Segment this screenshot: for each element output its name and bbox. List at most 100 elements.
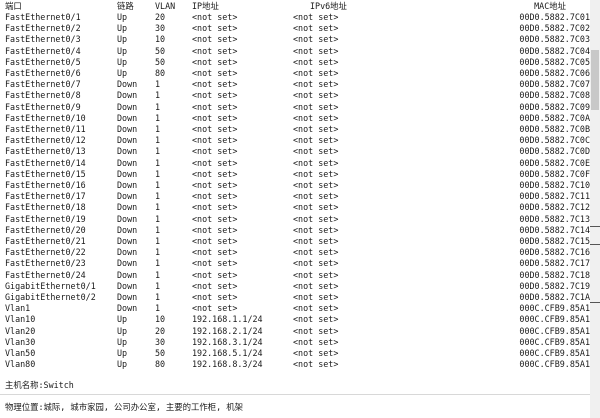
cell-mac: 00D0.5882.7C07 [519, 79, 590, 90]
table-row: FastEthernet0/19 Down 1 <not set> <not set> 0… [0, 214, 590, 225]
table-row: FastEthernet0/7 Down 1 <not set> <not set> 00… [0, 79, 590, 90]
cell-ip: <not set> [192, 124, 238, 134]
cell-mac: 00D0.5882.7C0A [519, 112, 590, 123]
table-row: FastEthernet0/1 Up 20 <not set> <not set> 00D… [0, 12, 590, 23]
cell-mac: 000C.CFB9.85A1 [519, 314, 590, 325]
cell-vlan: 50 [155, 45, 166, 56]
cell-ip: <not set> [192, 258, 238, 269]
cell-vlan: 1 [155, 303, 161, 314]
cell-ipv6: <not set> [293, 224, 339, 235]
cell-ipv6: <not set> [293, 280, 339, 291]
cell-port: FastEthernet0/3 [5, 34, 81, 45]
cell-port: Vlan30 [5, 336, 36, 347]
cell-vlan: 80 [155, 359, 166, 370]
cell-link: Down [117, 280, 138, 291]
cell-link: Up [117, 348, 128, 358]
cell-ip: 192.168.8.3/24 [192, 359, 263, 370]
table-row: Vlan20 Up 20 192.168.2.1/24 <not set> 000C.CF… [0, 326, 590, 337]
table-row: FastEthernet0/21 Down 1 <not set> <not set> 0… [0, 236, 590, 247]
cell-link: Down [117, 247, 138, 258]
cell-link: Up [117, 314, 128, 325]
cell-vlan: 1 [155, 79, 161, 90]
cell-ip: <not set> [192, 303, 238, 314]
cell-vlan: 1 [155, 191, 161, 202]
cell-link: Down [117, 90, 138, 101]
cell-vlan: 1 [155, 90, 161, 101]
cell-ip: <not set> [192, 146, 238, 157]
scrollbar-thumb[interactable] [591, 50, 599, 110]
cell-link: Down [117, 224, 138, 235]
cell-ipv6: <not set> [293, 180, 339, 190]
cell-link: Down [117, 236, 138, 246]
cell-mac: 00D0.5882.7C0D [519, 146, 590, 157]
cell-mac: 00D0.5882.7C13 [519, 213, 590, 224]
vertical-scrollbar[interactable] [590, 0, 600, 418]
cell-port: FastEthernet0/16 [5, 180, 86, 190]
scrollbar-mark [590, 226, 600, 227]
cell-mac: 00D0.5882.7C01 [519, 12, 590, 22]
cell-ipv6: <not set> [293, 135, 339, 146]
table-row: GigabitEthernet0/2 Down 1 <not set> <not set… [0, 292, 590, 303]
cell-vlan: 1 [155, 236, 161, 246]
header-mac: MAC地址 [534, 1, 566, 11]
cell-ip: <not set> [192, 68, 238, 78]
table-row: FastEthernet0/20 Down 1 <not set> <not set> 0… [0, 225, 590, 236]
cell-mac: 00D0.5882.7C1A [519, 292, 590, 302]
cell-vlan: 1 [155, 280, 161, 291]
table-row: GigabitEthernet0/1 Down 1 <not set> <not set… [0, 281, 590, 292]
cell-vlan: 1 [155, 213, 161, 224]
cell-mac: 00D0.5882.7C0B [519, 124, 590, 134]
table-row: Vlan1 Down 1 <not set> <not set> 000C.CFB9.85… [0, 303, 590, 314]
cell-link: Up [117, 336, 128, 347]
cell-port: FastEthernet0/18 [5, 202, 86, 213]
cell-vlan: 20 [155, 12, 166, 22]
cell-vlan: 1 [155, 269, 161, 280]
cell-ip: 192.168.5.1/24 [192, 348, 263, 358]
table-row: FastEthernet0/15 Down 1 <not set> <not set> 0… [0, 169, 590, 180]
cell-ipv6: <not set> [293, 12, 339, 22]
cell-link: Down [117, 168, 138, 179]
table-row: FastEthernet0/9 Down 1 <not set> <not set> 00… [0, 102, 590, 113]
cell-mac: 00D0.5882.7C18 [519, 269, 590, 280]
cell-mac: 00D0.5882.7C06 [519, 68, 590, 78]
cell-ipv6: <not set> [293, 168, 339, 179]
cell-ip: <not set> [192, 157, 238, 168]
cell-ipv6: <not set> [293, 269, 339, 280]
cell-ip: <not set> [192, 135, 238, 146]
cell-port: Vlan10 [5, 314, 36, 325]
table-row: Vlan10 Up 10 192.168.1.1/24 <not set> 000C.CF… [0, 314, 590, 325]
cell-ipv6: <not set> [293, 191, 339, 202]
cell-mac: 00D0.5882.7C05 [519, 56, 590, 67]
cell-ipv6: <not set> [293, 359, 339, 370]
cell-mac: 00D0.5882.7C11 [519, 191, 590, 202]
cell-port: FastEthernet0/13 [5, 146, 86, 157]
cell-mac: 00D0.5882.7C19 [519, 280, 590, 291]
cell-ip: <not set> [192, 12, 238, 22]
cell-ip: 192.168.3.1/24 [192, 336, 263, 347]
cell-vlan: 1 [155, 168, 161, 179]
cell-ip: <not set> [192, 79, 238, 90]
cell-mac: 00D0.5882.7C0C [519, 135, 590, 146]
cell-ip: <not set> [192, 224, 238, 235]
cell-link: Down [117, 157, 138, 168]
cell-ipv6: <not set> [293, 325, 339, 336]
cell-link: Down [117, 303, 138, 314]
port-info-panel: 端口 链路 VLAN IP地址 IPv6地址 MAC地址 FastEtherne… [0, 0, 590, 418]
cell-ip: <not set> [192, 101, 238, 112]
cell-mac: 000C.CFB9.85A1 [519, 348, 590, 358]
cell-port: FastEthernet0/10 [5, 112, 86, 123]
cell-link: Down [117, 79, 138, 90]
cell-ipv6: <not set> [293, 213, 339, 224]
table-row: FastEthernet0/10 Down 1 <not set> <not set> 0… [0, 113, 590, 124]
cell-ipv6: <not set> [293, 146, 339, 157]
cell-ipv6: <not set> [293, 236, 339, 246]
table-row: Vlan80 Up 80 192.168.8.3/24 <not set> 000C.CF… [0, 359, 590, 370]
cell-link: Down [117, 258, 138, 269]
cell-vlan: 80 [155, 68, 166, 78]
cell-mac: 000C.CFB9.85A1 [519, 325, 590, 336]
table-row: Vlan30 Up 30 192.168.3.1/24 <not set> 000C.CF… [0, 337, 590, 348]
cell-ip: 192.168.2.1/24 [192, 325, 263, 336]
cell-mac: 000C.CFB9.85A1 [519, 359, 590, 370]
cell-vlan: 10 [155, 34, 166, 45]
cell-link: Down [117, 112, 138, 123]
